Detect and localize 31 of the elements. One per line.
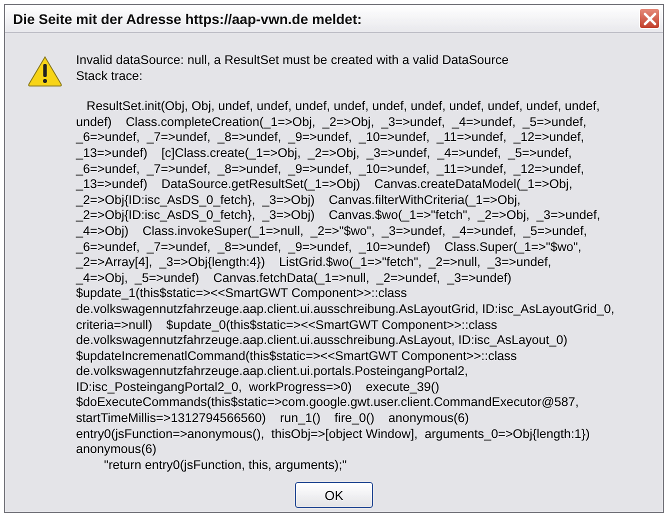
stack-trace-line: _6=>undef, _7=>undef, _8=>undef, _9=>undef, _10=>undef, _11=>undef, _12=>undef,	[76, 162, 584, 178]
stack-trace-line: de.volkswagennutzfahrzeuge.aap.client.ui.ausschreibung.AsLayoutGrid, ID:isc_AsLayoutGrid_0,	[76, 302, 614, 318]
stack-trace-line: _13=>undef) [c]Class.create(_1=>Obj, _2=>Obj, _3=>undef, _4=>undef, _5=>undef,	[76, 146, 572, 162]
window-title: Die Seite mit der Adresse https://aap-vwn.de meldet:	[13, 10, 362, 26]
stack-trace-line: _2=>Array[4], _3=>Obj{length:4}) ListGrid.$wo(_1=>"fetch", _2=>null, _3=>undef,	[76, 255, 552, 271]
stack-trace-line: entry0(jsFunction=>anonymous(), thisObj=>[object Window], arguments_0=>Obj{length:1})	[76, 426, 590, 442]
stack-trace-line: _13=>undef) DataSource.getResultSet(_1=>Obj) Canvas.createDataModel(_1=>Obj,	[76, 177, 572, 193]
stack-trace-line: ID:isc_PosteingangPortal2_0, workProgress=>0) execute_39()	[76, 380, 440, 396]
stack-trace-line: criteria=>null) $update_0(this$static=><<SmartGWT Component>>::class	[76, 318, 498, 334]
stack-trace-line: _4=>Obj, _5=>undef) Canvas.fetchData(_1=>null, _2=>undef, _3=>undef)	[76, 270, 512, 286]
ok-button[interactable]: OK	[295, 482, 373, 508]
stack-trace-line: de.volkswagennutzfahrzeuge.aap.client.ui.ausschreibung.AsLayout, ID:isc_AsLayout_0)	[76, 333, 568, 349]
stack-trace-line: _4=>Obj) Class.invokeSuper(_1=>null, _2=>"$wo", _3=>undef, _4=>undef, _5=>undef,	[76, 224, 587, 240]
stack-trace-line: anonymous(6)	[76, 442, 157, 458]
stack-trace-line: _2=>Obj{ID:isc_AsDS_0_fetch}, _3=>Obj) Canvas.$wo(_1=>"fetch", _2=>Obj, _3=>undef,	[76, 208, 600, 224]
stack-trace-line: startTimeMillis=>1312794566560) run_1() fire_0() anonymous(6)	[76, 411, 469, 427]
stack-trace-line: $updateIncremenatlCommand(this$static=><<SmartGWT Component>>::class	[76, 348, 517, 364]
stack-trace-line: _6=>undef, _7=>undef, _8=>undef, _9=>undef, _10=>undef, _11=>undef, _12=>undef,	[76, 130, 584, 146]
stack-trace-line: undef) Class.completeCreation(_1=>Obj, _2=>Obj, _3=>undef, _4=>undef, _5=>undef,	[76, 114, 586, 130]
close-icon	[642, 12, 656, 26]
message-text: Stack trace:	[76, 68, 142, 84]
stack-trace-line: ResultSet.init(Obj, Obj, undef, undef, undef, undef, undef, undef, undef, undef, undef, undef,	[85, 99, 600, 115]
message-text: Invalid dataSource: null, a ResultSet must be created with a valid DataSource	[76, 53, 509, 69]
stack-trace-line: _6=>undef, _7=>undef, _8=>undef, _9=>undef, _10=>undef) Class.Super(_1=>"$wo",	[76, 240, 582, 256]
stack-trace-line: $update_1(this$static=><<SmartGWT Component>>::class	[76, 286, 407, 302]
stack-trace-line: de.volkswagennutzfahrzeuge.aap.client.ui.portals.PosteingangPortal2,	[76, 364, 468, 380]
close-button[interactable]	[639, 8, 660, 29]
stack-trace-line: $doExecuteCommands(this$static=>com.google.gwt.user.client.CommandExecutor@587,	[76, 395, 579, 412]
stack-trace-line: "return entry0(jsFunction, this, arguments);"	[102, 458, 347, 474]
stack-trace-line: _2=>Obj{ID:isc_AsDS_0_fetch}, _3=>Obj) Canvas.filterWithCriteria(_1=>Obj,	[76, 192, 520, 208]
warning-icon	[27, 55, 63, 87]
